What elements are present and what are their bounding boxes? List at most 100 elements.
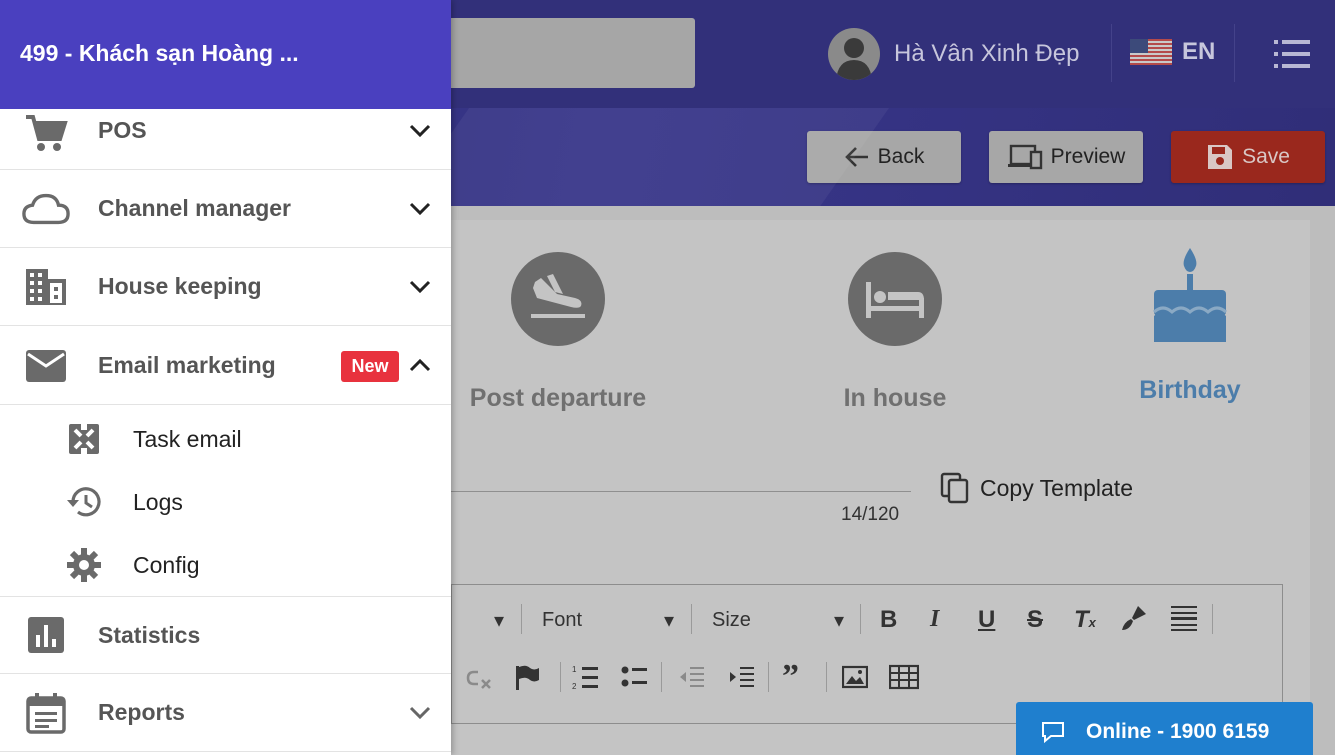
toolbar-divider (1212, 604, 1213, 634)
template-tile-post-departure[interactable]: Post departure (458, 252, 658, 413)
blockquote-icon[interactable]: ” (782, 658, 799, 696)
sidebar-item-house-keeping[interactable]: House keeping (0, 248, 451, 326)
chevron-down-icon (409, 706, 431, 719)
building-icon (22, 263, 70, 311)
size-dropdown[interactable]: Size (712, 609, 751, 632)
sidebar-item-channel-manager[interactable]: Channel manager (0, 170, 451, 248)
chat-bubble-icon (1042, 722, 1064, 744)
sidebar-item-statistics[interactable]: Statistics (0, 596, 451, 674)
gear-icon (64, 545, 104, 585)
avatar-icon (828, 28, 880, 80)
toolbar-divider (768, 662, 769, 692)
tile-label: Birthday (1139, 376, 1241, 404)
divider (1111, 24, 1112, 82)
online-support-label: Online - 1900 6159 (1086, 720, 1270, 743)
cake-icon (1140, 246, 1240, 346)
toolbar-divider (661, 662, 662, 692)
back-label: Back (877, 145, 925, 168)
user-menu[interactable]: Hà Vân Xinh Đẹp (828, 27, 1079, 81)
image-icon[interactable] (841, 664, 869, 696)
history-icon (64, 482, 104, 522)
sidebar-subitem-label: Logs (133, 488, 183, 515)
bed-icon (848, 252, 942, 346)
preview-label: Preview (1050, 145, 1126, 168)
preview-button[interactable]: Preview (989, 131, 1143, 183)
character-counter: 14/120 (841, 504, 900, 525)
cloud-icon (22, 185, 70, 233)
numbered-list-icon[interactable]: 12 (572, 664, 598, 696)
user-name: Hà Vân Xinh Đẹp (894, 40, 1080, 67)
save-button[interactable]: Save (1171, 131, 1325, 183)
svg-text:1: 1 (572, 665, 577, 674)
calendar-list-icon (22, 689, 70, 737)
outdent-icon[interactable] (678, 664, 704, 696)
template-tile-in-house[interactable]: In house (795, 252, 995, 413)
new-badge: New (341, 351, 399, 382)
strikethrough-icon[interactable]: S (1027, 606, 1043, 634)
chevron-down-icon (409, 280, 431, 293)
subject-field-underline[interactable] (451, 491, 911, 492)
chevron-down-icon (409, 202, 431, 215)
online-support-button[interactable]: Online - 1900 6159 (1016, 702, 1313, 755)
copy-template-button[interactable]: Copy Template (940, 472, 1133, 504)
sidebar-item-label: House keeping (98, 273, 262, 299)
toolbar-divider (521, 604, 522, 634)
plane-landing-icon (511, 252, 605, 346)
back-button[interactable]: Back (807, 131, 961, 183)
us-flag-icon (1130, 39, 1172, 65)
bar-chart-icon (22, 611, 70, 659)
sidebar-item-label: Statistics (98, 621, 201, 648)
dropdown-caret-icon[interactable]: ▾ (664, 608, 674, 633)
sidebar-item-label: Email marketing (98, 352, 276, 378)
mail-icon (22, 342, 70, 390)
cart-icon (22, 107, 70, 155)
sidebar-item-pos[interactable]: POS (0, 92, 451, 170)
copy-icon (940, 472, 969, 504)
sidebar-item-label: Channel manager (98, 195, 291, 221)
flag-anchor-icon[interactable] (514, 664, 540, 696)
sidebar: 499 - Khách sạn Hoàng ... POS Channel ma… (0, 0, 451, 755)
save-label: Save (1242, 145, 1290, 168)
sidebar-subitem-label: Task email (133, 425, 242, 452)
chevron-up-icon (409, 358, 431, 371)
svg-text:2: 2 (572, 682, 577, 690)
toolbar-divider (691, 604, 692, 634)
divider (1234, 24, 1235, 82)
sidebar-item-reports[interactable]: Reports (0, 674, 451, 752)
tile-label: Post departure (469, 384, 647, 412)
template-tile-birthday[interactable]: Birthday (1090, 246, 1290, 405)
dropdown-caret-icon[interactable]: ▾ (494, 608, 504, 633)
sidebar-item-label: Reports (98, 699, 185, 725)
sidebar-subitem-config[interactable]: Config (0, 535, 451, 595)
dropdown-caret-icon[interactable]: ▾ (834, 608, 844, 633)
horizontal-rule-icon[interactable] (1171, 604, 1197, 638)
chevron-down-icon (409, 124, 431, 137)
italic-icon[interactable]: I (930, 606, 939, 633)
clear-format-icon[interactable]: Tx (1074, 606, 1096, 634)
language-selector[interactable]: EN (1130, 38, 1215, 66)
paint-brush-icon[interactable] (1120, 604, 1148, 638)
sidebar-subitem-logs[interactable]: Logs (0, 472, 451, 532)
bold-icon[interactable]: B (880, 606, 897, 634)
toolbar-divider (826, 662, 827, 692)
indent-icon[interactable] (728, 664, 754, 696)
toolbar-divider (560, 662, 561, 692)
bullet-list-icon[interactable] (621, 664, 647, 696)
toolbar-divider (860, 604, 861, 634)
arrow-left-icon (844, 147, 868, 167)
menu-list-icon[interactable] (1274, 38, 1310, 70)
search-box[interactable] (430, 18, 695, 88)
unlink-icon[interactable] (464, 666, 492, 696)
underline-icon[interactable]: U (978, 606, 995, 634)
copy-template-label: Copy Template (980, 474, 1133, 501)
language-code: EN (1182, 38, 1216, 65)
sidebar-item-label: POS (98, 117, 147, 143)
font-dropdown[interactable]: Font (542, 609, 582, 632)
task-icon (64, 419, 104, 459)
sidebar-subitem-task-email[interactable]: Task email (0, 409, 451, 469)
sidebar-subitem-label: Config (133, 551, 200, 578)
devices-icon (1007, 144, 1042, 170)
floppy-disk-icon (1208, 145, 1233, 169)
table-icon[interactable] (888, 664, 920, 696)
tile-label: In house (843, 384, 947, 412)
